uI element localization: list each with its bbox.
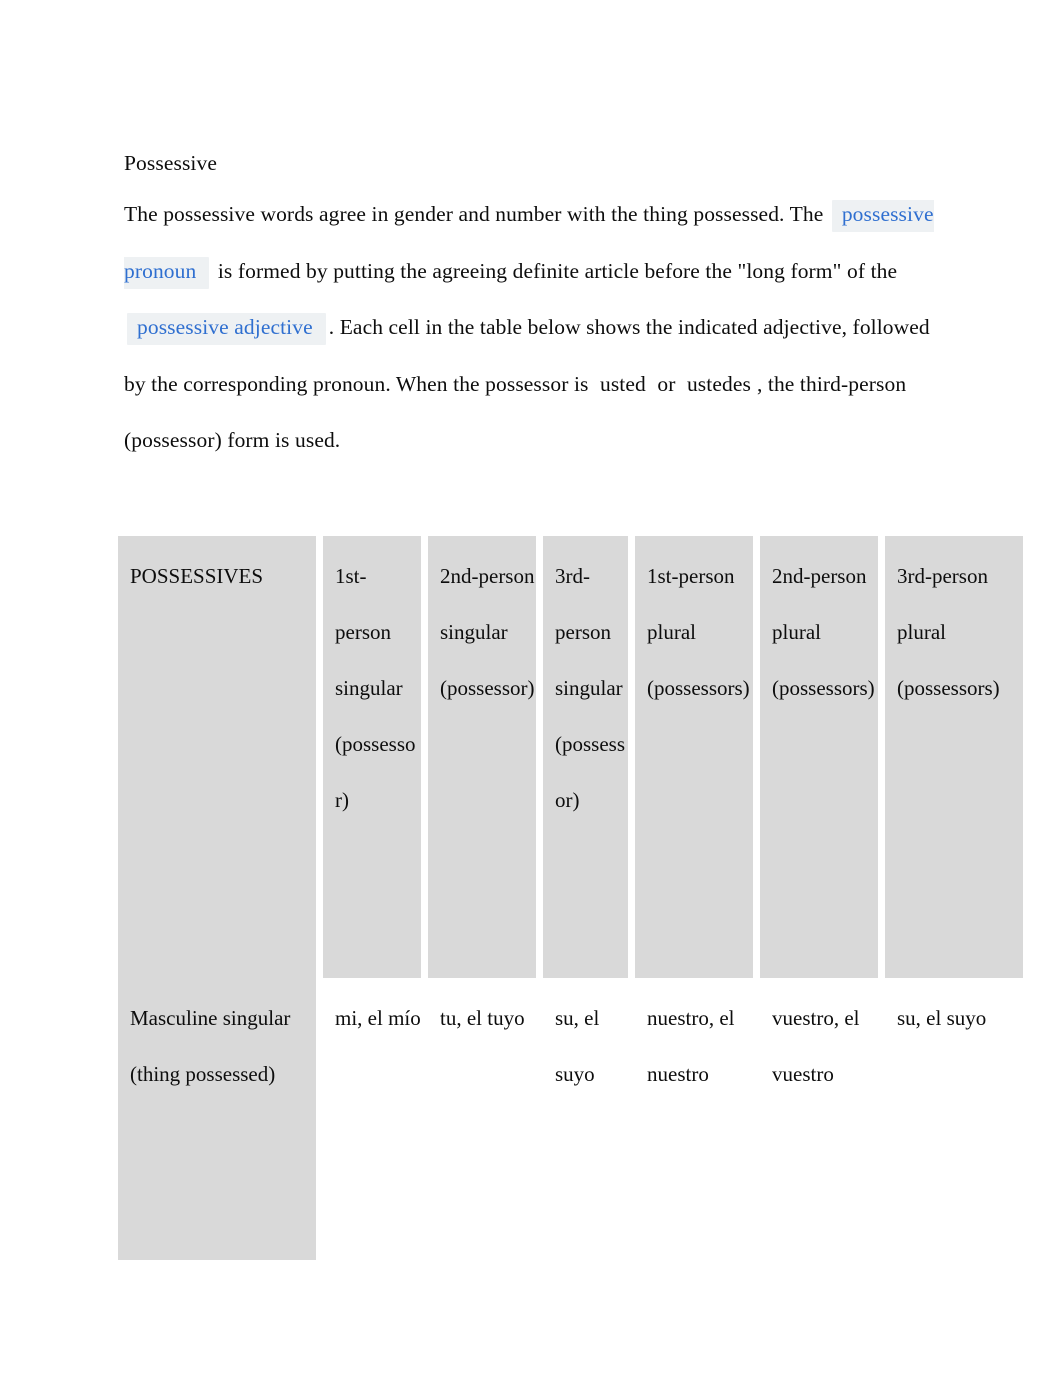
table-header-cell-2sg: 2nd-person singular (possessor) — [428, 536, 543, 978]
intro-paragraph: The possessive words agree in gender and… — [124, 186, 944, 469]
paragraph-segment-4: or — [651, 371, 681, 396]
table-cell: tu, el tuyo — [428, 978, 543, 1260]
table-cell: su, el suyo — [543, 978, 635, 1260]
table-cell: vuestro, el vuestro — [760, 978, 885, 1260]
table-row-label: Masculine singular (thing possessed) — [118, 978, 323, 1260]
table-header-cell-3pl: 3rd-person plural (possessors) — [885, 536, 1023, 978]
table-header-cell-1sg: 1st-person singular (possessor) — [323, 536, 428, 978]
document-body: Possessive The possessive words agree in… — [124, 140, 944, 469]
term-ustedes: ustedes — [686, 371, 751, 396]
table-cell: su, el suyo — [885, 978, 1023, 1260]
page-title-text: Possessive — [124, 151, 217, 175]
paragraph-segment-1: The possessive words agree in gender and… — [124, 202, 829, 226]
possessives-table: POSSESSIVES 1st-person singular (possess… — [118, 536, 1023, 1260]
table-header-cell-title: POSSESSIVES — [118, 536, 323, 978]
table-cell: mi, el mío — [323, 978, 428, 1260]
document-page: Possessive The possessive words agree in… — [0, 0, 1062, 1377]
table-cell: nuestro, el nuestro — [635, 978, 760, 1260]
possessive-adjective-link[interactable]: possessive adjective — [127, 313, 326, 345]
page-title: Possessive — [124, 140, 944, 186]
table-header-cell-1pl: 1st-person plural (possessors) — [635, 536, 760, 978]
table-header-cell-3sg: 3rd-person singular (possessor) — [543, 536, 635, 978]
possessives-table-container: POSSESSIVES 1st-person singular (possess… — [118, 536, 1023, 1260]
table-header-row: POSSESSIVES 1st-person singular (possess… — [118, 536, 1023, 978]
table-row: Masculine singular (thing possessed) mi,… — [118, 978, 1023, 1260]
table-header-cell-2pl: 2nd-person plural (possessors) — [760, 536, 885, 978]
paragraph-segment-2: is formed by putting the agreeing defini… — [212, 258, 898, 283]
term-usted: usted — [599, 371, 646, 396]
